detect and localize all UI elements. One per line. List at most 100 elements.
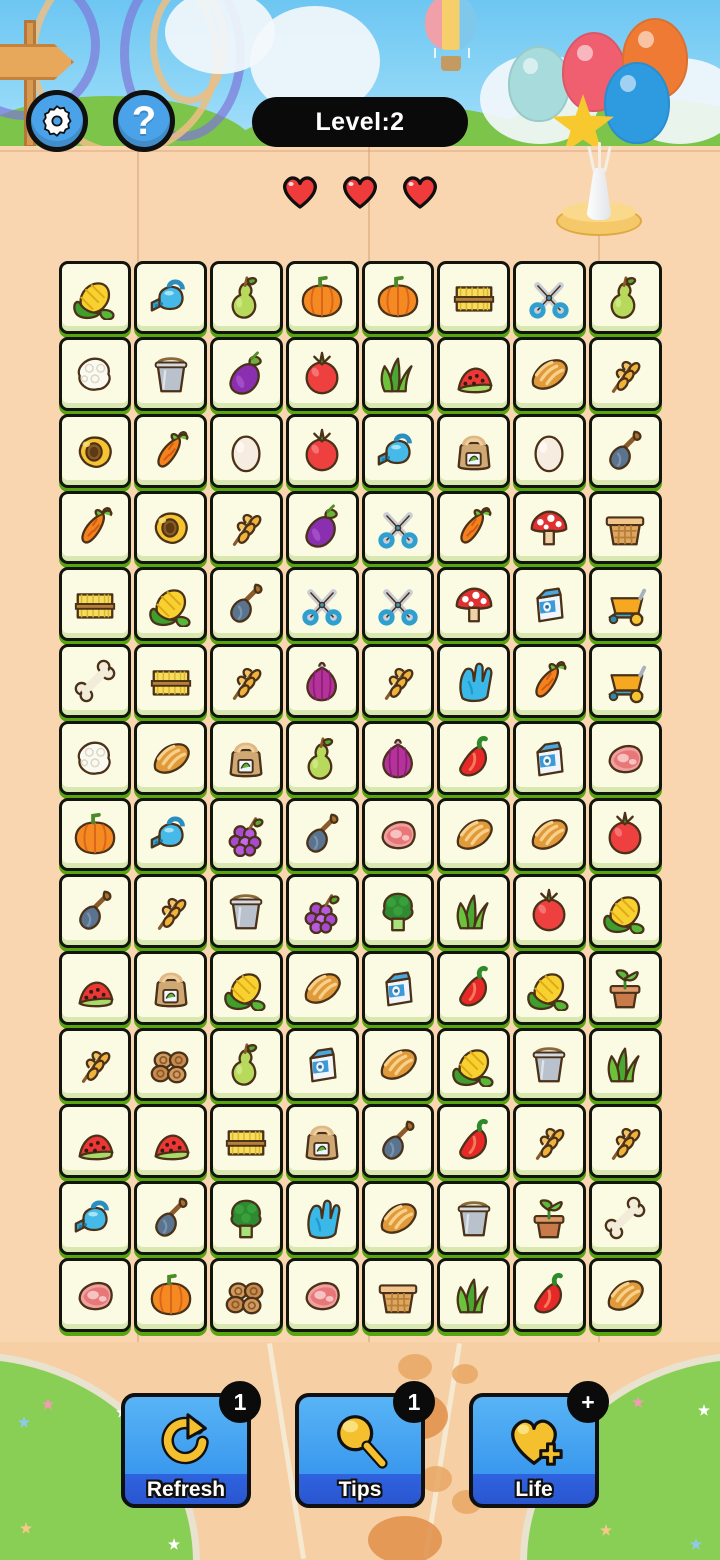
tile-chili[interactable] [437,720,510,795]
tile-potted-plant[interactable] [588,950,662,1025]
tile-tomato[interactable] [588,797,662,872]
tile-seed-bag[interactable] [210,720,283,795]
tile-cauliflower[interactable] [58,720,132,795]
tile-honey[interactable] [134,490,207,565]
tile-onion[interactable] [361,720,435,795]
tile-chili[interactable] [437,950,510,1025]
tile-potted-plant[interactable] [513,1181,586,1255]
tile-hay-bale[interactable] [210,1104,283,1179]
tile-corn[interactable] [134,567,207,642]
tile-wheat[interactable] [210,644,283,718]
tile-carrot[interactable] [58,490,132,565]
tile-pumpkin[interactable] [285,260,359,335]
tile-shovel[interactable] [210,567,283,642]
tile-egg[interactable] [513,413,586,488]
tile-seed-bag[interactable] [437,413,510,488]
tile-basket[interactable] [361,1257,435,1332]
tile-hay-bale[interactable] [58,567,132,642]
tile-mushroom[interactable] [513,490,586,565]
tile-milk[interactable] [361,950,435,1025]
tile-wheat[interactable] [588,337,662,411]
tile-wheelbarrow[interactable] [588,644,662,718]
tile-pear[interactable] [210,260,283,335]
tile-watering-can[interactable] [58,1181,132,1255]
tile-wheat[interactable] [588,1104,662,1179]
tile-glove[interactable] [437,644,510,718]
tile-steak[interactable] [58,1257,132,1332]
tile-bone[interactable] [58,644,132,718]
tile-corn[interactable] [437,1027,510,1102]
tile-mushroom[interactable] [437,567,510,642]
tile-scissors[interactable] [361,490,435,565]
tile-eggplant[interactable] [285,490,359,565]
tile-shovel[interactable] [134,1181,207,1255]
tile-grid[interactable] [57,259,663,1333]
tile-bread[interactable] [513,797,586,872]
tile-pear[interactable] [210,1027,283,1102]
tile-bread[interactable] [361,1181,435,1255]
help-button[interactable]: ? [113,90,175,152]
tile-shovel[interactable] [361,1104,435,1179]
tile-grass[interactable] [361,337,435,411]
tile-hay-bale[interactable] [134,644,207,718]
tile-logs[interactable] [134,1027,207,1102]
tile-chili[interactable] [437,1104,510,1179]
tile-tomato[interactable] [513,874,586,948]
tile-shovel[interactable] [588,413,662,488]
tile-glove[interactable] [285,1181,359,1255]
tile-broccoli[interactable] [210,1181,283,1255]
tile-milk[interactable] [513,720,586,795]
tile-shovel[interactable] [285,797,359,872]
tile-logs[interactable] [210,1257,283,1332]
tile-carrot[interactable] [134,413,207,488]
tile-scissors[interactable] [285,567,359,642]
tile-pear[interactable] [588,260,662,335]
tile-wheat[interactable] [58,1027,132,1102]
tile-pumpkin[interactable] [361,260,435,335]
tile-steak[interactable] [285,1257,359,1332]
settings-button[interactable] [26,90,88,152]
tile-tomato[interactable] [285,413,359,488]
tile-corn[interactable] [58,260,132,335]
tile-grapes[interactable] [210,797,283,872]
tile-bread[interactable] [588,1257,662,1332]
tile-pumpkin[interactable] [134,1257,207,1332]
tile-scissors[interactable] [361,567,435,642]
tile-grass[interactable] [437,1257,510,1332]
tile-bread[interactable] [513,337,586,411]
tile-corn[interactable] [513,950,586,1025]
tile-bread[interactable] [285,950,359,1025]
tile-watering-can[interactable] [134,260,207,335]
tile-grapes[interactable] [285,874,359,948]
tile-corn[interactable] [210,950,283,1025]
tile-seed-bag[interactable] [134,950,207,1025]
tile-tomato[interactable] [285,337,359,411]
tile-pear[interactable] [285,720,359,795]
tile-wheat[interactable] [361,644,435,718]
tile-milk[interactable] [513,567,586,642]
refresh-button[interactable]: Refresh 1 [121,1381,261,1508]
tile-shovel[interactable] [58,874,132,948]
tile-pumpkin[interactable] [58,797,132,872]
tile-bucket[interactable] [513,1027,586,1102]
tile-corn[interactable] [588,874,662,948]
tile-eggplant[interactable] [210,337,283,411]
tile-bread[interactable] [361,1027,435,1102]
life-button[interactable]: Life + [469,1381,609,1508]
tile-bucket[interactable] [134,337,207,411]
tile-carrot[interactable] [513,644,586,718]
tile-onion[interactable] [285,644,359,718]
tile-bucket[interactable] [437,1181,510,1255]
tile-watermelon[interactable] [58,950,132,1025]
tile-steak[interactable] [588,720,662,795]
tile-chili[interactable] [513,1257,586,1332]
tile-carrot[interactable] [437,490,510,565]
tile-watermelon[interactable] [437,337,510,411]
tile-cauliflower[interactable] [58,337,132,411]
tile-grass[interactable] [437,874,510,948]
tile-wheat[interactable] [210,490,283,565]
tile-wheat[interactable] [513,1104,586,1179]
tile-basket[interactable] [588,490,662,565]
tile-egg[interactable] [210,413,283,488]
tile-bread[interactable] [437,797,510,872]
